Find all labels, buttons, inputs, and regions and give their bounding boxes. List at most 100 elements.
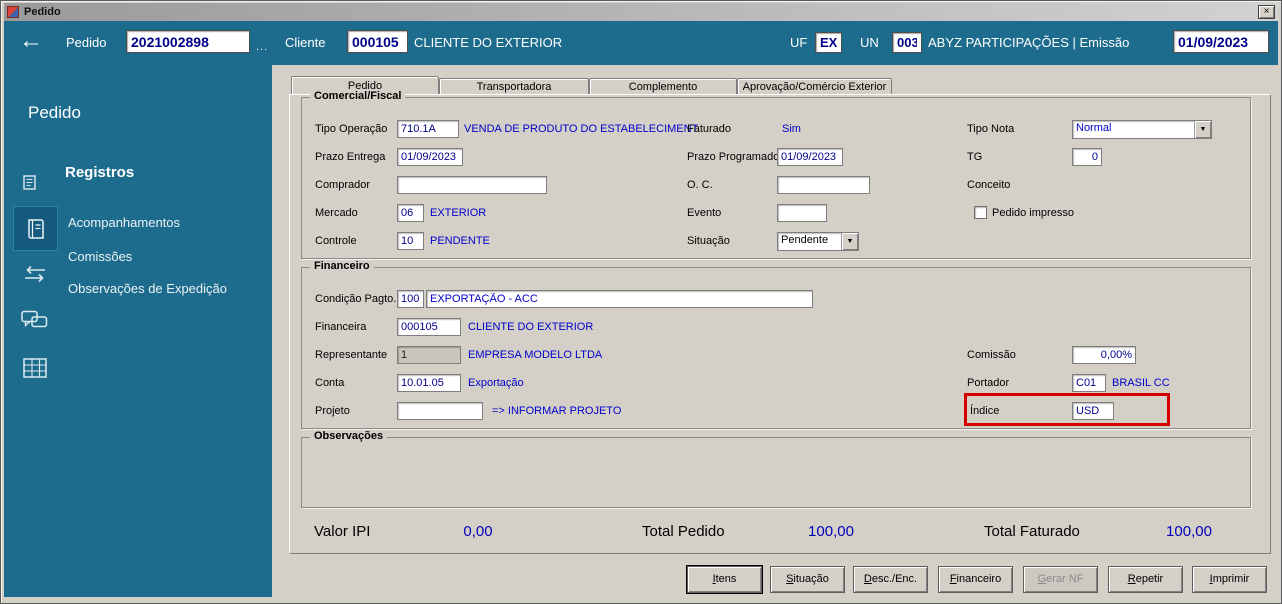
representante-input: [397, 346, 461, 364]
condicao-pagto-code-input[interactable]: [397, 290, 424, 308]
conta-desc: Exportação: [468, 377, 524, 389]
tipo-nota-value: Normal: [1076, 122, 1112, 134]
chevron-down-icon[interactable]: ▼: [841, 233, 858, 250]
tg-input[interactable]: [1072, 148, 1102, 166]
gerar-nf-button: Gerar NF: [1023, 566, 1098, 593]
tipo-nota-combobox[interactable]: Normal ▼: [1072, 120, 1212, 139]
controle-desc: PENDENTE: [430, 235, 490, 247]
imprimir-button[interactable]: Imprimir: [1192, 566, 1267, 593]
sidebar-rail-acompanhamentos[interactable]: [13, 206, 58, 251]
tab-complemento[interactable]: Complemento: [589, 78, 737, 95]
projeto-input[interactable]: [397, 402, 483, 420]
financeiro-group: Financeiro Condição Pagto. Financeira CL…: [301, 260, 1251, 429]
titlebar: Pedido ×: [4, 3, 1278, 21]
prazo-programado-input[interactable]: [777, 148, 843, 166]
prazo-entrega-input[interactable]: [397, 148, 463, 166]
conta-input[interactable]: [397, 374, 461, 392]
comercial-fiscal-title: Comercial/Fiscal: [310, 90, 406, 102]
window-title: Pedido: [24, 6, 61, 18]
valor-ipi-label: Valor IPI: [314, 523, 371, 540]
cliente-label: Cliente: [285, 35, 326, 50]
representante-label: Representante: [315, 349, 388, 361]
uf-input[interactable]: [815, 32, 842, 53]
un-input[interactable]: [892, 32, 922, 53]
comercial-fiscal-group: Comercial/Fiscal Tipo Operação VENDA DE …: [301, 90, 1251, 259]
tab-transportadora[interactable]: Transportadora: [439, 78, 589, 95]
portador-input[interactable]: [1072, 374, 1106, 392]
controle-label: Controle: [315, 235, 357, 247]
financeiro-title: Financeiro: [310, 260, 374, 272]
portador-desc: BRASIL CC: [1112, 377, 1170, 389]
projeto-hint: => INFORMAR PROJETO: [492, 405, 622, 417]
desc-enc-button[interactable]: Desc./Enc.: [853, 566, 928, 593]
sidebar-item-comissoes[interactable]: Comissões: [68, 249, 132, 264]
pedido-browse-button[interactable]: ...: [256, 41, 268, 53]
evento-input[interactable]: [777, 204, 827, 222]
app-icon: [7, 6, 19, 18]
close-icon[interactable]: ×: [1258, 5, 1275, 19]
swap-arrows-icon[interactable]: [21, 265, 49, 283]
prazo-programado-label: Prazo Programado: [687, 151, 780, 163]
tg-label: TG: [967, 151, 983, 163]
tab-aprovacao-comercio-exterior[interactable]: Aprovação/Comércio Exterior: [737, 78, 892, 95]
pedido-window: Pedido × ← Pedido ... Cliente CLIENTE DO…: [0, 0, 1282, 604]
document-icon[interactable]: [23, 175, 36, 190]
indice-input[interactable]: [1072, 402, 1114, 420]
projeto-label: Projeto: [315, 405, 350, 417]
cliente-name: CLIENTE DO EXTERIOR: [414, 35, 563, 50]
financeira-desc: CLIENTE DO EXTERIOR: [468, 321, 594, 333]
tipo-nota-label: Tipo Nota: [967, 123, 1015, 135]
repetir-button[interactable]: Repetir: [1108, 566, 1183, 593]
sidebar: Pedido Registros Acompanhamentos Comissõ…: [4, 65, 272, 597]
pedido-label: Pedido: [66, 35, 107, 50]
total-pedido-label: Total Pedido: [642, 523, 725, 540]
observacoes-group[interactable]: Observações: [301, 430, 1251, 508]
comprador-label: Comprador: [315, 179, 371, 191]
chevron-down-icon[interactable]: ▼: [1194, 121, 1211, 138]
mercado-input[interactable]: [397, 204, 424, 222]
total-pedido-value: 100,00: [808, 523, 854, 540]
conta-label: Conta: [315, 377, 345, 389]
main-content: Pedido Transportadora Complemento Aprova…: [272, 65, 1278, 597]
situacao-value: Pendente: [781, 234, 829, 246]
pedido-impresso-checkbox[interactable]: [974, 206, 987, 219]
chat-bubbles-icon[interactable]: [21, 310, 48, 332]
financeira-label: Financeira: [315, 321, 367, 333]
controle-input[interactable]: [397, 232, 424, 250]
valor-ipi-value: 0,00: [463, 523, 493, 540]
oc-input[interactable]: [777, 176, 870, 194]
comissao-input[interactable]: [1072, 346, 1136, 364]
mercado-label: Mercado: [315, 207, 358, 219]
table-grid-icon[interactable]: [23, 358, 47, 378]
indice-label: Índice: [970, 405, 1000, 417]
portador-label: Portador: [967, 377, 1010, 389]
pedido-number-input[interactable]: [126, 30, 250, 53]
faturado-label: Faturado: [687, 123, 732, 135]
un-label: UN: [860, 35, 879, 50]
situacao-button[interactable]: Situação: [770, 566, 845, 593]
situacao-combobox[interactable]: Pendente ▼: [777, 232, 859, 251]
tipo-operacao-input[interactable]: [397, 120, 459, 138]
conceito-label: Conceito: [967, 179, 1011, 191]
itens-button[interactable]: Itens: [687, 566, 762, 593]
sidebar-item-acompanhamentos[interactable]: Acompanhamentos: [68, 215, 180, 230]
sidebar-item-observacoes-expedicao[interactable]: Observações de Expedição: [68, 281, 227, 296]
total-faturado-value: 100,00: [1166, 523, 1212, 540]
condicao-pagto-desc-input[interactable]: [426, 290, 813, 308]
header-bar: ← Pedido ... Cliente CLIENTE DO EXTERIOR…: [4, 21, 1278, 65]
uf-label: UF: [790, 35, 808, 50]
oc-label: O. C.: [687, 179, 713, 191]
tipo-operacao-label: Tipo Operação: [315, 123, 388, 135]
prazo-entrega-label: Prazo Entrega: [315, 151, 386, 163]
condicao-pagto-label: Condição Pagto.: [315, 293, 397, 305]
cliente-code-input[interactable]: [347, 30, 408, 53]
financeiro-button[interactable]: Financeiro: [938, 566, 1013, 593]
tipo-operacao-desc: VENDA DE PRODUTO DO ESTABELECIMENT: [464, 123, 699, 135]
evento-label: Evento: [687, 207, 722, 219]
sidebar-title: Pedido: [28, 103, 81, 122]
emissao-date-input[interactable]: [1173, 30, 1269, 53]
comprador-input[interactable]: [397, 176, 547, 194]
comissao-label: Comissão: [967, 349, 1016, 361]
back-arrow-icon[interactable]: ←: [19, 26, 43, 56]
financeira-input[interactable]: [397, 318, 461, 336]
